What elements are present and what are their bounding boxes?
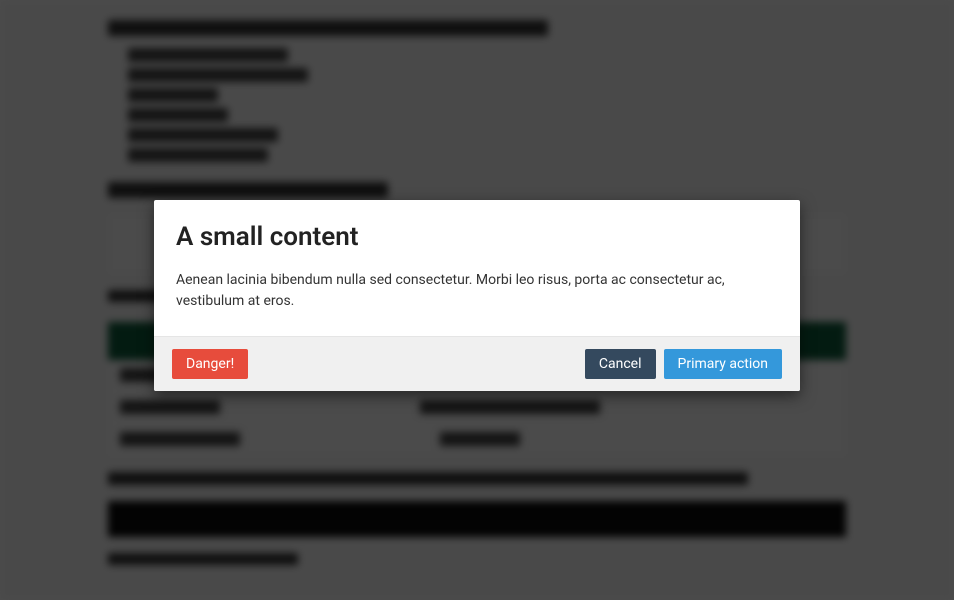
modal-overlay[interactable]: A small content Aenean lacinia bibendum …: [0, 0, 954, 600]
modal-body: A small content Aenean lacinia bibendum …: [154, 200, 800, 336]
primary-action-button[interactable]: Primary action: [664, 349, 782, 379]
danger-button[interactable]: Danger!: [172, 349, 248, 379]
cancel-button[interactable]: Cancel: [585, 349, 656, 379]
modal-dialog: A small content Aenean lacinia bibendum …: [154, 200, 800, 391]
modal-text: Aenean lacinia bibendum nulla sed consec…: [176, 270, 778, 312]
modal-footer: Danger! Cancel Primary action: [154, 336, 800, 391]
modal-title: A small content: [176, 222, 778, 252]
